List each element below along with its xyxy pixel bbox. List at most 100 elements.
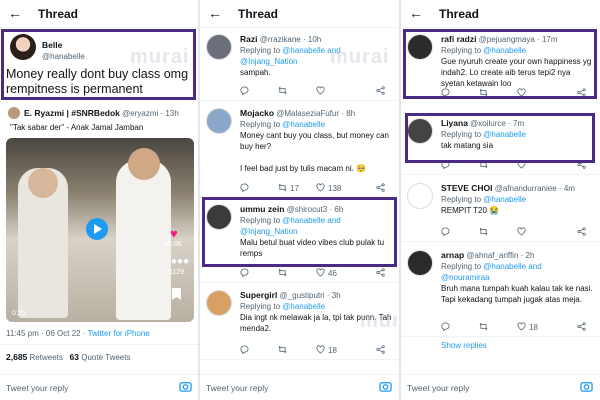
- author-handle[interactable]: @rrazikane: [260, 35, 301, 44]
- quote-tweets-label[interactable]: Quote Tweets: [81, 353, 130, 362]
- like-icon: [316, 345, 325, 356]
- author-handle[interactable]: @ahnaf_ariffin: [466, 251, 518, 260]
- avatar[interactable]: [407, 250, 433, 276]
- quote-tweets-count[interactable]: 63: [70, 352, 79, 362]
- watermark: murai: [360, 310, 398, 332]
- reply-action-icon[interactable]: [441, 322, 450, 331]
- like-icon: [316, 268, 325, 279]
- like-action[interactable]: 138: [316, 183, 341, 194]
- thread-panel-2: ← Thread Razi @rrazikane · 10h Replying …: [200, 0, 398, 400]
- thread-title: Thread: [439, 7, 480, 21]
- show-replies-link[interactable]: Show replies: [441, 341, 487, 350]
- tweet-text: Bruh mana tumpah kuah kalau tak ke nasi.…: [441, 284, 595, 304]
- author-handle[interactable]: @afnandurraniee: [495, 184, 557, 193]
- like-action[interactable]: [316, 86, 328, 97]
- reply-input[interactable]: Tweet your reply: [6, 383, 68, 393]
- retweet-count: 17: [290, 184, 299, 193]
- share-icon[interactable]: [376, 86, 385, 95]
- back-arrow-icon[interactable]: ←: [409, 5, 423, 21]
- reply-input[interactable]: Tweet your reply: [407, 383, 469, 393]
- retweet-icon: [278, 268, 287, 279]
- like-action[interactable]: 18: [517, 322, 538, 333]
- tweet-date: 06 Oct 22: [45, 329, 81, 338]
- reply-action-icon[interactable]: [441, 227, 450, 236]
- video-likes: 45.0K: [164, 241, 183, 248]
- camera-icon[interactable]: [179, 380, 192, 393]
- reply-action-icon[interactable]: [240, 86, 249, 95]
- author-name[interactable]: Mojacko: [240, 108, 274, 118]
- author-name[interactable]: STEVE CHOI: [441, 183, 492, 193]
- share-icon[interactable]: [376, 345, 385, 354]
- comment-icon[interactable]: ●●●: [171, 256, 189, 267]
- like-count: 138: [328, 184, 342, 193]
- back-arrow-icon[interactable]: ←: [8, 5, 22, 21]
- thread-title: Thread: [238, 7, 279, 21]
- highlight-frame: [405, 113, 595, 163]
- avatar[interactable]: [206, 34, 232, 60]
- retweet-action[interactable]: [278, 268, 290, 279]
- like-action[interactable]: 46: [316, 268, 337, 279]
- retweets-label[interactable]: Retweets: [30, 353, 63, 362]
- highlight-frame: [202, 197, 397, 267]
- watermark: murai: [130, 46, 190, 68]
- share-icon[interactable]: [376, 183, 385, 192]
- reply-action-icon[interactable]: [240, 345, 249, 354]
- watermark: murai: [330, 46, 390, 68]
- replying-to-label: Replying to: [441, 195, 482, 204]
- bookmark-icon[interactable]: [172, 288, 181, 300]
- reply-action-icon[interactable]: [240, 268, 249, 277]
- replying-to-label: Replying to: [240, 120, 281, 129]
- avatar[interactable]: [206, 108, 232, 134]
- tweet-time: 4m: [563, 184, 575, 193]
- like-count: 46: [328, 269, 337, 278]
- camera-icon[interactable]: [580, 380, 593, 393]
- quote-avatar: [8, 107, 20, 119]
- reply-action-icon[interactable]: [240, 183, 249, 192]
- back-arrow-icon[interactable]: ←: [208, 5, 222, 21]
- retweet-action[interactable]: [479, 322, 491, 333]
- retweet-icon: [479, 322, 488, 333]
- share-icon[interactable]: [376, 268, 385, 277]
- author-handle[interactable]: @_gustiputri: [280, 291, 325, 300]
- thread-header: ← Thread: [401, 0, 599, 28]
- tweet-time: 3h: [331, 291, 341, 300]
- share-icon[interactable]: [577, 227, 586, 236]
- like-action[interactable]: [517, 227, 529, 238]
- quote-time: 13h: [165, 109, 179, 118]
- client-link[interactable]: Twitter for iPhone: [88, 329, 150, 338]
- heart-icon[interactable]: ♥: [170, 226, 178, 241]
- retweet-action[interactable]: [278, 86, 290, 97]
- like-icon: [517, 227, 526, 238]
- author-name[interactable]: arnap: [441, 250, 464, 260]
- tweet-time: 8h: [346, 109, 356, 118]
- reply-bar: Tweet your reply: [0, 374, 198, 400]
- thread-title: Thread: [38, 7, 79, 21]
- author-handle[interactable]: @MalaseziaFufur: [276, 109, 339, 118]
- author-name[interactable]: Razi: [240, 34, 257, 44]
- like-count: 18: [328, 346, 337, 355]
- video-player[interactable]: ♥ 45.0K ●●● 1129 0:25: [6, 138, 194, 322]
- quote-text: "Tak sabar der" - Anak Jamal Jamban: [10, 123, 144, 132]
- separator-dot: ·: [82, 329, 86, 338]
- play-icon[interactable]: [86, 218, 108, 240]
- like-icon: [517, 322, 526, 333]
- replying-to-handles[interactable]: @hanabelle: [282, 302, 325, 311]
- retweet-action[interactable]: 17: [278, 183, 299, 194]
- like-action[interactable]: 18: [316, 345, 337, 356]
- replying-to-handles[interactable]: @hanabelle: [282, 120, 325, 129]
- camera-icon[interactable]: [379, 380, 392, 393]
- author-name[interactable]: Supergirl: [240, 290, 277, 300]
- reply-bar: Tweet your reply: [200, 374, 398, 400]
- share-icon[interactable]: [577, 322, 586, 331]
- retweet-action[interactable]: [479, 227, 491, 238]
- tweet-time: 2h: [525, 251, 535, 260]
- retweet-action[interactable]: [278, 345, 290, 356]
- avatar[interactable]: [407, 183, 433, 209]
- reply-input[interactable]: Tweet your reply: [206, 383, 268, 393]
- replying-to-handles[interactable]: @hanabelle: [483, 195, 526, 204]
- video-duration: 0:25: [12, 310, 26, 317]
- quote-author-name: E. Ryazmi | #SNRBedok: [24, 108, 120, 118]
- tweet-text: Money cant buy you class, but money can …: [240, 131, 389, 173]
- retweets-count[interactable]: 2,685: [6, 352, 27, 362]
- avatar[interactable]: [206, 290, 232, 316]
